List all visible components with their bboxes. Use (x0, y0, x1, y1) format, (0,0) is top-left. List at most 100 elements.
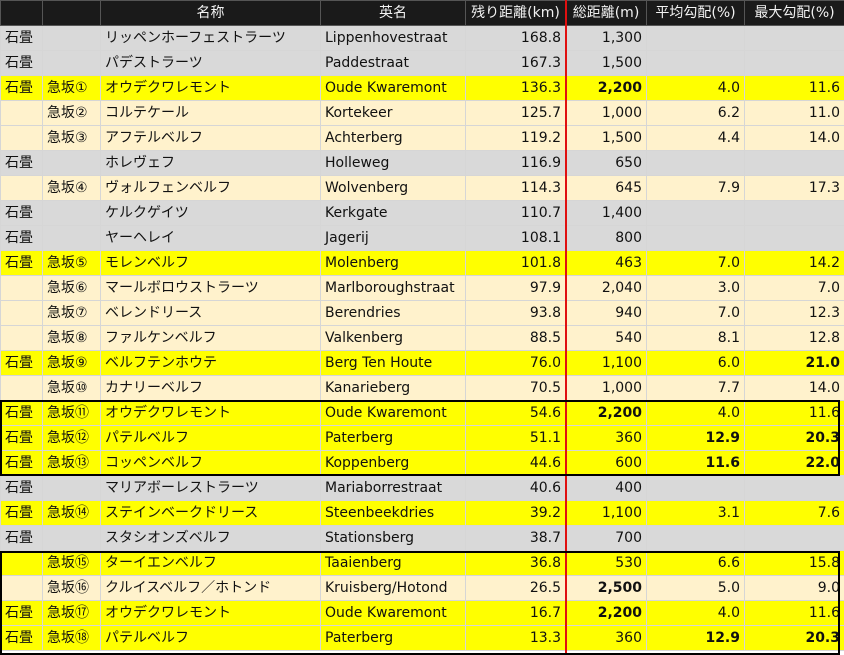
cell-max-gradient[interactable]: 11.6 (744, 400, 844, 426)
cell-english-name[interactable]: Kruisberg/Hotond (320, 575, 466, 601)
cell-name[interactable]: オウデクワレモント (100, 75, 321, 101)
cell-english-name[interactable]: Oude Kwaremont (320, 75, 466, 101)
cell-climb[interactable] (42, 200, 101, 226)
cell-name[interactable]: コッペンベルフ (100, 450, 321, 476)
cell-english-name[interactable]: Achterberg (320, 125, 466, 151)
cell-max-gradient[interactable] (744, 200, 844, 226)
cell-avg-gradient[interactable]: 7.0 (646, 250, 745, 276)
cell-max-gradient[interactable]: 17.3 (744, 175, 844, 201)
cell-total-m[interactable]: 2,200 (565, 400, 647, 426)
cell-type[interactable]: 石畳 (0, 50, 43, 76)
cell-avg-gradient[interactable]: 7.0 (646, 300, 745, 326)
cell-avg-gradient[interactable]: 5.0 (646, 575, 745, 601)
cell-remaining-km[interactable]: 125.7 (465, 100, 566, 126)
cell-name[interactable]: マールボロウストラーツ (100, 275, 321, 301)
cell-total-m[interactable]: 530 (565, 550, 647, 576)
cell-max-gradient[interactable]: 9.0 (744, 575, 844, 601)
cell-type[interactable] (0, 550, 43, 576)
cell-english-name[interactable]: Berendries (320, 300, 466, 326)
cell-max-gradient[interactable]: 22.0 (744, 450, 844, 476)
cell-type[interactable]: 石畳 (0, 600, 43, 626)
cell-climb[interactable]: 急坂⑥ (42, 275, 101, 301)
cell-remaining-km[interactable]: 168.8 (465, 25, 566, 51)
cell-english-name[interactable]: Paterberg (320, 625, 466, 651)
cell-climb[interactable]: 急坂⑮ (42, 550, 101, 576)
cell-type[interactable]: 石畳 (0, 425, 43, 451)
cell-remaining-km[interactable]: 108.1 (465, 225, 566, 251)
cell-name[interactable]: ベルフテンホウテ (100, 350, 321, 376)
cell-total-m[interactable]: 645 (565, 175, 647, 201)
cell-type[interactable] (0, 325, 43, 351)
cell-english-name[interactable]: Oude Kwaremont (320, 400, 466, 426)
cell-english-name[interactable]: Holleweg (320, 150, 466, 176)
cell-max-gradient[interactable] (744, 25, 844, 51)
cell-total-m[interactable]: 800 (565, 225, 647, 251)
cell-max-gradient[interactable]: 14.2 (744, 250, 844, 276)
cell-type[interactable] (0, 300, 43, 326)
cell-total-m[interactable]: 600 (565, 450, 647, 476)
cell-total-m[interactable]: 360 (565, 625, 647, 651)
cell-avg-gradient[interactable]: 4.0 (646, 600, 745, 626)
cell-avg-gradient[interactable] (646, 25, 745, 51)
cell-type[interactable] (0, 125, 43, 151)
cell-name[interactable]: パデストラーツ (100, 50, 321, 76)
cell-avg-gradient[interactable]: 3.1 (646, 500, 745, 526)
cell-type[interactable] (0, 100, 43, 126)
cell-english-name[interactable]: Marlboroughstraat (320, 275, 466, 301)
cell-remaining-km[interactable]: 13.3 (465, 625, 566, 651)
cell-avg-gradient[interactable]: 7.7 (646, 375, 745, 401)
cell-remaining-km[interactable]: 44.6 (465, 450, 566, 476)
cell-total-m[interactable]: 2,200 (565, 600, 647, 626)
cell-avg-gradient[interactable]: 6.2 (646, 100, 745, 126)
cell-remaining-km[interactable]: 76.0 (465, 350, 566, 376)
cell-avg-gradient[interactable] (646, 50, 745, 76)
cell-type[interactable] (0, 375, 43, 401)
cell-english-name[interactable]: Paddestraat (320, 50, 466, 76)
cell-total-m[interactable]: 1,400 (565, 200, 647, 226)
cell-name[interactable]: ターイエンベルフ (100, 550, 321, 576)
cell-max-gradient[interactable] (744, 50, 844, 76)
cell-type[interactable]: 石畳 (0, 475, 43, 501)
cell-english-name[interactable]: Jagerij (320, 225, 466, 251)
cell-name[interactable]: リッペンホーフェストラーツ (100, 25, 321, 51)
cell-avg-gradient[interactable] (646, 525, 745, 551)
cell-remaining-km[interactable]: 16.7 (465, 600, 566, 626)
cell-avg-gradient[interactable]: 12.9 (646, 425, 745, 451)
cell-english-name[interactable]: Paterberg (320, 425, 466, 451)
cell-total-m[interactable]: 1,100 (565, 350, 647, 376)
cell-max-gradient[interactable]: 15.8 (744, 550, 844, 576)
cell-total-m[interactable]: 400 (565, 475, 647, 501)
cell-total-m[interactable]: 1,100 (565, 500, 647, 526)
cell-total-m[interactable]: 360 (565, 425, 647, 451)
cell-climb[interactable]: 急坂⑪ (42, 400, 101, 426)
cell-avg-gradient[interactable]: 6.6 (646, 550, 745, 576)
cell-max-gradient[interactable]: 12.3 (744, 300, 844, 326)
cell-remaining-km[interactable]: 97.9 (465, 275, 566, 301)
cell-total-m[interactable]: 1,300 (565, 25, 647, 51)
cell-name[interactable]: マリアボーレストラーツ (100, 475, 321, 501)
cell-type[interactable] (0, 575, 43, 601)
cell-remaining-km[interactable]: 38.7 (465, 525, 566, 551)
cell-type[interactable]: 石畳 (0, 500, 43, 526)
cell-avg-gradient[interactable]: 11.6 (646, 450, 745, 476)
cell-name[interactable]: ステインベークドリース (100, 500, 321, 526)
cell-avg-gradient[interactable] (646, 475, 745, 501)
cell-remaining-km[interactable]: 54.6 (465, 400, 566, 426)
cell-english-name[interactable]: Kerkgate (320, 200, 466, 226)
cell-avg-gradient[interactable] (646, 225, 745, 251)
cell-total-m[interactable]: 463 (565, 250, 647, 276)
cell-english-name[interactable]: Valkenberg (320, 325, 466, 351)
cell-max-gradient[interactable] (744, 150, 844, 176)
cell-type[interactable]: 石畳 (0, 75, 43, 101)
cell-climb[interactable]: 急坂⑯ (42, 575, 101, 601)
cell-english-name[interactable]: Molenberg (320, 250, 466, 276)
cell-type[interactable]: 石畳 (0, 450, 43, 476)
cell-name[interactable]: ベレンドリース (100, 300, 321, 326)
cell-avg-gradient[interactable]: 4.0 (646, 400, 745, 426)
cell-total-m[interactable]: 1,500 (565, 50, 647, 76)
cell-remaining-km[interactable]: 36.8 (465, 550, 566, 576)
cell-remaining-km[interactable]: 136.3 (465, 75, 566, 101)
cell-climb[interactable]: 急坂⑫ (42, 425, 101, 451)
cell-total-m[interactable]: 700 (565, 525, 647, 551)
cell-type[interactable]: 石畳 (0, 200, 43, 226)
